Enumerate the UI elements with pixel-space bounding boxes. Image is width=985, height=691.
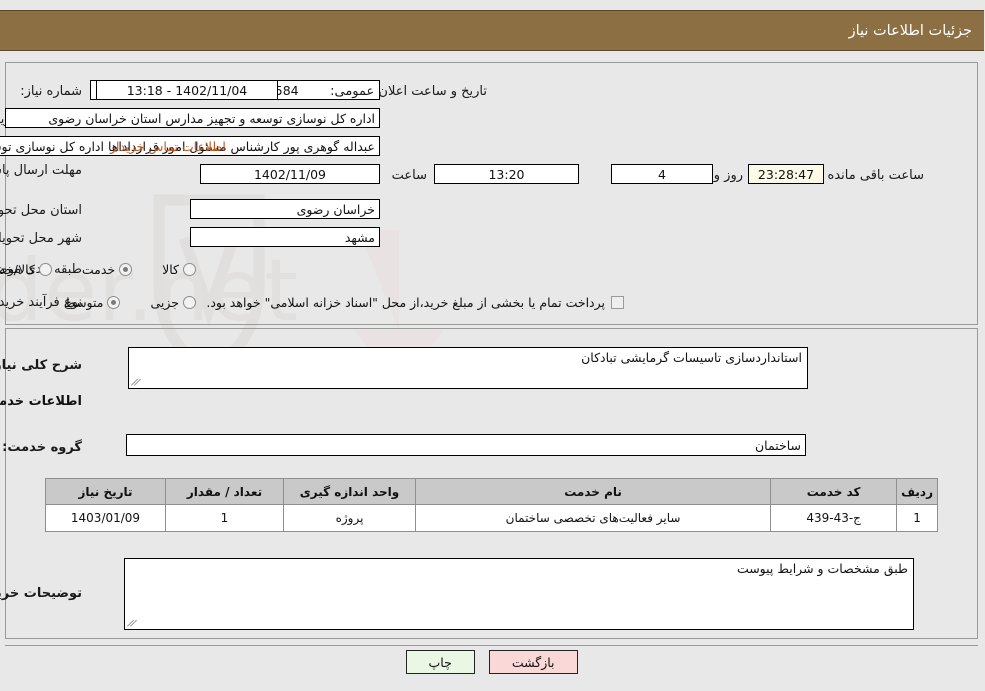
- need-number-label: شماره نیاز:: [21, 84, 83, 99]
- remaining-time-value: 23:28:47: [749, 164, 825, 184]
- buyer-org-value: اداره کل نوسازی توسعه و تجهیز مدارس استا…: [6, 108, 381, 128]
- back-button[interactable]: بازگشت: [489, 650, 579, 674]
- treasury-checkbox-label: پرداخت تمام یا بخشی از مبلغ خرید،از محل …: [207, 295, 606, 310]
- table-header-row: ردیف کد خدمت نام خدمت واحد اندازه گیری ت…: [46, 478, 939, 505]
- general-desc-value[interactable]: استانداردسازی تاسیسات گرمایشی تبادکان: [129, 347, 809, 389]
- cell-unit: پروژه: [284, 504, 417, 532]
- th-name: نام خدمت: [415, 478, 773, 505]
- th-row: ردیف: [897, 478, 939, 505]
- province-value: خراسان رضوی: [191, 199, 381, 219]
- city-value: مشهد: [191, 227, 381, 247]
- category-option-label-1: خدمت: [82, 262, 117, 277]
- general-desc-text: استانداردسازی تاسیسات گرمایشی تبادکان: [582, 350, 803, 365]
- buyer-notes-label: توضیحات خریدار:: [0, 586, 83, 601]
- resize-grip-icon[interactable]: [132, 377, 142, 387]
- category-option-2[interactable]: کالا/خدمت: [0, 262, 53, 277]
- process-radio-icon-0[interactable]: [184, 296, 197, 309]
- resize-grip-icon-notes[interactable]: [128, 618, 138, 628]
- province-label: استان محل تحویل:: [0, 203, 83, 218]
- th-date: تاریخ نیاز: [46, 478, 167, 505]
- footer-divider: [6, 645, 979, 646]
- buyer-notes-text: طبق مشخصات و شرایط پیوست: [737, 561, 909, 576]
- deadline-hour-label: ساعت: [392, 168, 428, 183]
- process-option-label-0: جزیی: [151, 295, 180, 310]
- process-radio-group[interactable]: جزیی متوسط: [65, 295, 197, 310]
- category-option-label-0: کالا: [163, 262, 180, 277]
- treasury-checkbox[interactable]: [612, 296, 625, 309]
- need-summary-panel: [6, 62, 979, 325]
- services-table: ردیف کد خدمت نام خدمت واحد اندازه گیری ت…: [46, 478, 939, 532]
- buyer-notes-value[interactable]: طبق مشخصات و شرایط پیوست: [125, 558, 915, 630]
- th-unit: واحد اندازه گیری: [284, 478, 417, 505]
- category-radio-icon-1[interactable]: [120, 263, 134, 276]
- print-button[interactable]: چاپ: [406, 650, 476, 674]
- page-title-bar: جزئیات اطلاعات نیاز: [0, 10, 985, 51]
- deadline-hour-value: 13:20: [435, 164, 580, 184]
- cell-code: ج-43-439: [771, 504, 899, 532]
- th-code: کد خدمت: [771, 478, 899, 505]
- category-radio-icon-2[interactable]: [39, 263, 53, 276]
- service-group-value: ساختمان: [127, 434, 807, 456]
- general-desc-label: شرح کلی نیاز:: [0, 358, 83, 373]
- process-radio-icon-1[interactable]: [108, 296, 122, 309]
- service-group-label: گروه خدمت:: [3, 440, 83, 455]
- category-option-1[interactable]: خدمت: [82, 262, 134, 277]
- cell-qty: 1: [166, 504, 285, 532]
- city-label: شهر محل تحویل:: [0, 231, 83, 246]
- category-option-label-2: کالا/خدمت: [0, 262, 36, 277]
- services-section-heading: اطلاعات خدمات مورد نیاز: [0, 394, 83, 409]
- announce-datetime-value: 1402/11/04 - 13:18: [97, 80, 279, 100]
- cell-row: 1: [897, 504, 939, 532]
- category-option-0[interactable]: کالا: [163, 262, 197, 277]
- remaining-days-value: 4: [612, 164, 714, 184]
- deadline-label: مهلت ارسال پاسخ: تا تاریخ:: [0, 163, 83, 178]
- cell-date: 1403/01/09: [46, 504, 167, 532]
- treasury-checkbox-row[interactable]: پرداخت تمام یا بخشی از مبلغ خرید،از محل …: [207, 295, 625, 310]
- cell-name: سایر فعالیت‌های تخصصی ساختمان: [415, 504, 773, 532]
- deadline-date-value: 1402/11/09: [201, 164, 381, 184]
- page-root: AnaTender.net جزئیات اطلاعات نیاز شماره …: [0, 0, 985, 691]
- category-radio-group[interactable]: کالا خدمت کالا/خدمت: [0, 262, 197, 277]
- process-option-1[interactable]: متوسط: [65, 295, 122, 310]
- process-option-0[interactable]: جزیی: [151, 295, 197, 310]
- table-row: 1 ج-43-439 سایر فعالیت‌های تخصصی ساختمان پر…: [46, 504, 939, 532]
- footer-button-bar: بازگشت چاپ: [0, 650, 985, 674]
- th-qty: تعداد / مقدار: [166, 478, 285, 505]
- remaining-days-label: روز و: [714, 168, 744, 183]
- page-title: جزئیات اطلاعات نیاز: [849, 22, 973, 39]
- remaining-time-label: ساعت باقی مانده: [828, 168, 925, 183]
- category-radio-icon-0[interactable]: [184, 263, 197, 276]
- process-option-label-1: متوسط: [65, 295, 105, 310]
- buyer-contact-link[interactable]: اطلاعات تماس خریدار: [111, 139, 227, 154]
- announce-datetime-label: تاریخ و ساعت اعلان عمومی:: [331, 84, 488, 99]
